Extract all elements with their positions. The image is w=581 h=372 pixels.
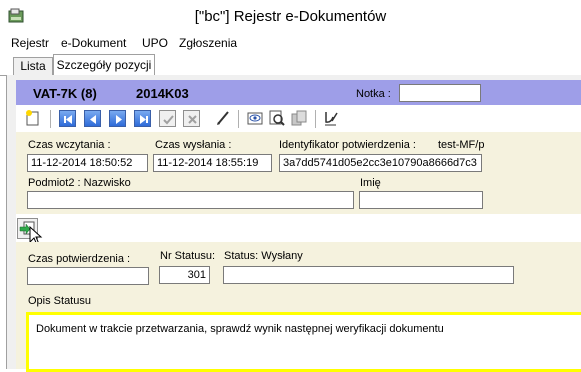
menu-rejestr[interactable]: Rejestr	[11, 36, 49, 50]
middle-row	[16, 214, 581, 242]
czas-wczytania-field[interactable]: 11-12-2014 18:50:52	[27, 154, 148, 172]
identyfikator-label: Identyfikator potwierdzenia :	[279, 139, 416, 151]
czas-wczytania-label: Czas wczytania :	[28, 139, 111, 151]
first-record-icon	[64, 115, 72, 124]
status-field[interactable]	[223, 266, 514, 284]
imie-field[interactable]	[359, 191, 483, 209]
opis-statusu-field[interactable]	[26, 312, 581, 372]
status-label: Status: Wysłany	[224, 250, 303, 262]
cancel-button[interactable]	[183, 110, 200, 127]
opis-statusu-label: Opis Statusu	[28, 295, 91, 307]
previous-record-button[interactable]	[84, 110, 101, 127]
czas-potwierdzenia-field[interactable]	[27, 267, 149, 285]
opis-statusu-text: Dokument w trakcie przetwarzania, sprawd…	[36, 323, 444, 335]
previous-record-icon	[90, 115, 96, 124]
view-icon[interactable]	[246, 109, 264, 127]
confirm-button[interactable]	[159, 110, 176, 127]
podmiot-label: Podmiot2 : Nazwisko	[28, 177, 131, 189]
document-header	[16, 80, 581, 105]
next-record-icon	[116, 115, 122, 124]
cancel-icon	[188, 115, 197, 124]
menu-zgloszenia[interactable]: Zgłoszenia	[179, 36, 237, 50]
toolbar-separator	[50, 110, 51, 128]
copy-icon[interactable]	[290, 109, 308, 127]
czas-wyslania-field[interactable]: 11-12-2014 18:55:19	[153, 154, 272, 172]
identyfikator-field[interactable]: 3a7dd5741d05e2cc3e10790a8666d7c3	[279, 154, 482, 172]
document-type: VAT-7K (8)	[33, 86, 97, 101]
menu-e-dokument[interactable]: e-Dokument	[61, 36, 126, 50]
new-document-icon[interactable]	[24, 109, 42, 127]
toolbar-separator	[238, 110, 239, 128]
preview-search-icon[interactable]	[268, 109, 286, 127]
tab-szczegoly-pozycji[interactable]: Szczegóły pozycji	[53, 54, 155, 76]
edit-pen-icon[interactable]	[214, 109, 232, 127]
last-record-icon	[140, 115, 148, 124]
notka-input[interactable]	[399, 84, 481, 102]
toolbar-separator	[315, 110, 316, 128]
window-title: ["bc"] Rejestr e-Dokumentów	[194, 8, 387, 25]
nr-statusu-label: Nr Statusu:	[160, 250, 216, 262]
confirm-icon	[163, 115, 174, 125]
podmiot-nazwisko-field[interactable]	[27, 191, 354, 209]
sign-icon[interactable]	[322, 109, 340, 127]
nr-statusu-field[interactable]: 301	[159, 266, 210, 284]
imie-label: Imię	[360, 177, 381, 189]
menu-upo[interactable]: UPO	[142, 36, 168, 50]
tab-lista[interactable]: Lista	[13, 57, 53, 75]
czas-potwierdzenia-label: Czas potwierdzenia :	[28, 253, 131, 265]
document-period: 2014K03	[136, 86, 189, 101]
notka-label: Notka :	[356, 88, 391, 100]
first-record-button[interactable]	[59, 110, 76, 127]
last-record-button[interactable]	[134, 110, 151, 127]
czas-wyslania-label: Czas wysłania :	[155, 139, 232, 151]
identyfikator-suffix: test-MF/p	[438, 139, 485, 151]
next-record-button[interactable]	[109, 110, 126, 127]
